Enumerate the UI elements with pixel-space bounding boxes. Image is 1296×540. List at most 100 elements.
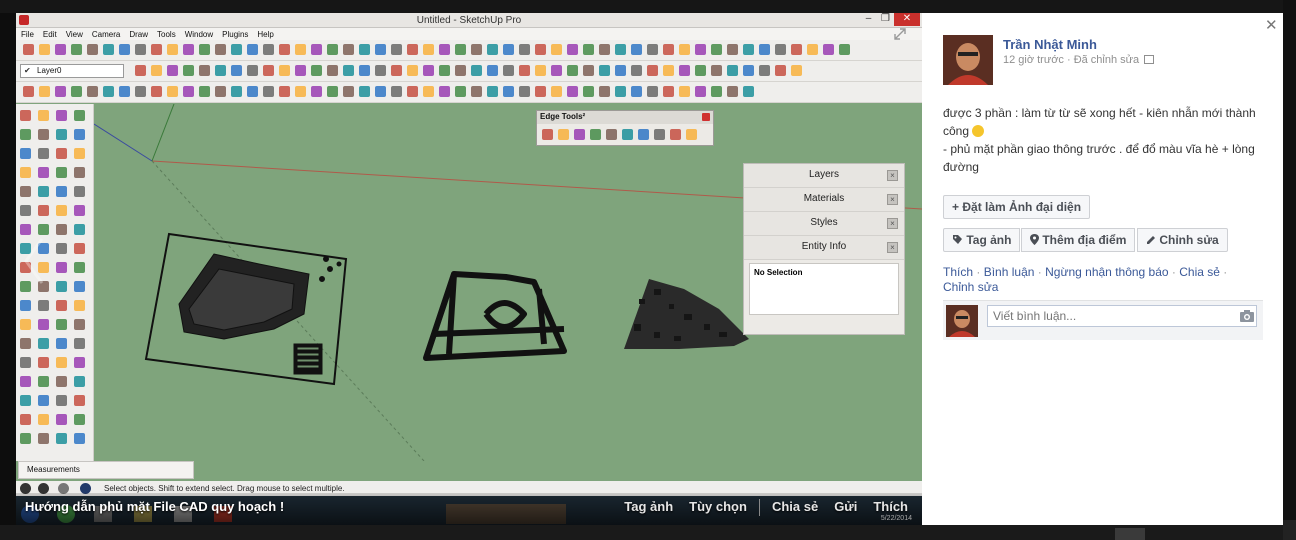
unfollow-action[interactable]: Ngừng nhận thông báo <box>1045 265 1168 279</box>
plan-1-blocks <box>178 253 342 375</box>
toolbar-tool-icon <box>151 86 162 97</box>
window-title: Untitled - SketchUp Pro <box>416 15 522 26</box>
share-link[interactable]: Chia sẻ <box>772 499 818 516</box>
toolbar-icons-3 <box>23 86 754 97</box>
audience-icon[interactable] <box>1144 55 1155 64</box>
toolbar-tool-icon <box>695 65 706 76</box>
toolbar-tool-icon <box>135 44 146 55</box>
toolbar-tool-icon <box>327 65 338 76</box>
toolbar-tool-icon <box>542 129 553 140</box>
toolbar-tool-icon <box>606 129 617 140</box>
tray-layers: Layers × <box>744 164 904 188</box>
make-profile-picture-label: Đặt làm Ảnh đại diện <box>962 200 1082 214</box>
toolbar-tool-icon <box>519 65 530 76</box>
toolbar-tool-icon <box>775 44 786 55</box>
toolbar-tool-icon <box>56 433 67 444</box>
author-name[interactable]: Trần Nhật Minh <box>1003 37 1097 52</box>
edit-button[interactable]: Chỉnh sửa <box>1137 228 1228 252</box>
toolbar-tool-icon <box>574 129 585 140</box>
close-window-icon: ✕ <box>894 13 920 26</box>
toolbar-tool-icon <box>56 243 67 254</box>
emoji-icon <box>972 125 985 137</box>
toolbar-tool-icon <box>38 395 49 406</box>
add-location-button[interactable]: Thêm địa điểm <box>1021 228 1136 252</box>
toolbar-tool-icon <box>20 338 31 349</box>
toolbar-tool-icon <box>56 414 67 425</box>
toolbar-tool-icon <box>20 300 31 311</box>
menu-help: Help <box>257 29 274 39</box>
toolbar-tool-icon <box>38 414 49 425</box>
toolbar-tool-icon <box>38 433 49 444</box>
toolbar-tool-icon <box>38 205 49 216</box>
toolbar-tool-icon <box>551 65 562 76</box>
toolbar-tool-icon <box>20 148 31 159</box>
toolbar-tool-icon <box>38 319 49 330</box>
toolbar-tool-icon <box>647 65 658 76</box>
close-icon[interactable]: ✕ <box>1265 16 1278 34</box>
commenter-avatar <box>946 305 978 337</box>
layer-select: Layer0 <box>20 64 124 78</box>
tray-materials: Materials × <box>744 188 904 212</box>
menu-window: Window <box>184 29 214 39</box>
toolbar-tool-icon <box>727 86 738 97</box>
toolbar-tool-icon <box>74 300 85 311</box>
tag-photo-button[interactable]: Tag ảnh <box>943 228 1021 252</box>
toolbar-tool-icon <box>599 65 610 76</box>
toolbar-tool-icon <box>56 129 67 140</box>
toolbar-tool-icon <box>487 65 498 76</box>
camera-icon[interactable] <box>1240 310 1254 322</box>
toolbar-tool-icon <box>231 44 242 55</box>
toolbar-tool-icon <box>823 44 834 55</box>
toolbar-tool-icon <box>167 65 178 76</box>
tag-photo-link[interactable]: Tag ảnh <box>624 499 673 516</box>
toolbar-tool-icon <box>679 86 690 97</box>
menu-draw: Draw <box>129 29 149 39</box>
comment-input[interactable] <box>987 305 1257 327</box>
options-link[interactable]: Tùy chọn <box>689 499 747 516</box>
send-link[interactable]: Gửi <box>834 499 857 516</box>
edge-tools-title-text: Edge Tools² <box>540 112 586 121</box>
toolbar-tool-icon <box>343 44 354 55</box>
post-meta: 12 giờ trước · Đã chỉnh sửa <box>1003 54 1155 66</box>
toolbar-tool-icon <box>119 86 130 97</box>
toolbar-tool-icon <box>56 300 67 311</box>
comment-action[interactable]: Bình luận <box>984 265 1035 279</box>
toolbar-tool-icon <box>615 86 626 97</box>
toolbar-tool-icon <box>74 338 85 349</box>
minimize-icon: – <box>865 13 872 24</box>
background-thumbnail <box>1115 528 1145 540</box>
like-action[interactable]: Thích <box>943 265 973 279</box>
author-avatar[interactable] <box>943 35 993 85</box>
expand-icon[interactable] <box>893 27 907 41</box>
menu-view: View <box>65 29 83 39</box>
toolbar-row-2: Layer0 <box>16 61 922 82</box>
toolbar-tool-icon <box>791 44 802 55</box>
like-link[interactable]: Thích <box>873 499 908 516</box>
toolbar-tool-icon <box>56 319 67 330</box>
toolbar-tool-icon <box>74 129 85 140</box>
photo-sidebar: ✕ Trần Nhật Minh 12 giờ trước · Đã chỉnh… <box>922 13 1283 525</box>
toolbar-tool-icon <box>263 86 274 97</box>
toolbar-tool-icon <box>743 44 754 55</box>
toolbar-tool-icon <box>455 44 466 55</box>
add-location-label: Thêm địa điểm <box>1042 233 1127 247</box>
share-action[interactable]: Chia sẻ <box>1179 265 1220 279</box>
toolbar-tool-icon <box>375 44 386 55</box>
toolbar-tool-icon <box>74 414 85 425</box>
green-axis <box>151 103 175 162</box>
background-right <box>1283 0 1296 540</box>
toolbar-tool-icon <box>775 65 786 76</box>
make-profile-picture-button[interactable]: + Đặt làm Ảnh đại diện <box>943 195 1091 219</box>
toolbar-tool-icon <box>311 65 322 76</box>
toolbar-tool-icon <box>535 44 546 55</box>
toolbar-tool-icon <box>535 65 546 76</box>
edit-action[interactable]: Chỉnh sửa <box>943 280 998 294</box>
plan-2-roads <box>423 271 567 361</box>
toolbar-tool-icon <box>71 44 82 55</box>
toolbar-tool-icon <box>743 65 754 76</box>
toolbar-tool-icon <box>727 65 738 76</box>
taskbar-date: 5/22/2014 <box>880 515 912 522</box>
previous-photo-icon[interactable] <box>18 233 48 289</box>
measurements-box: Measurements <box>18 461 194 479</box>
background-strip <box>0 0 1296 13</box>
